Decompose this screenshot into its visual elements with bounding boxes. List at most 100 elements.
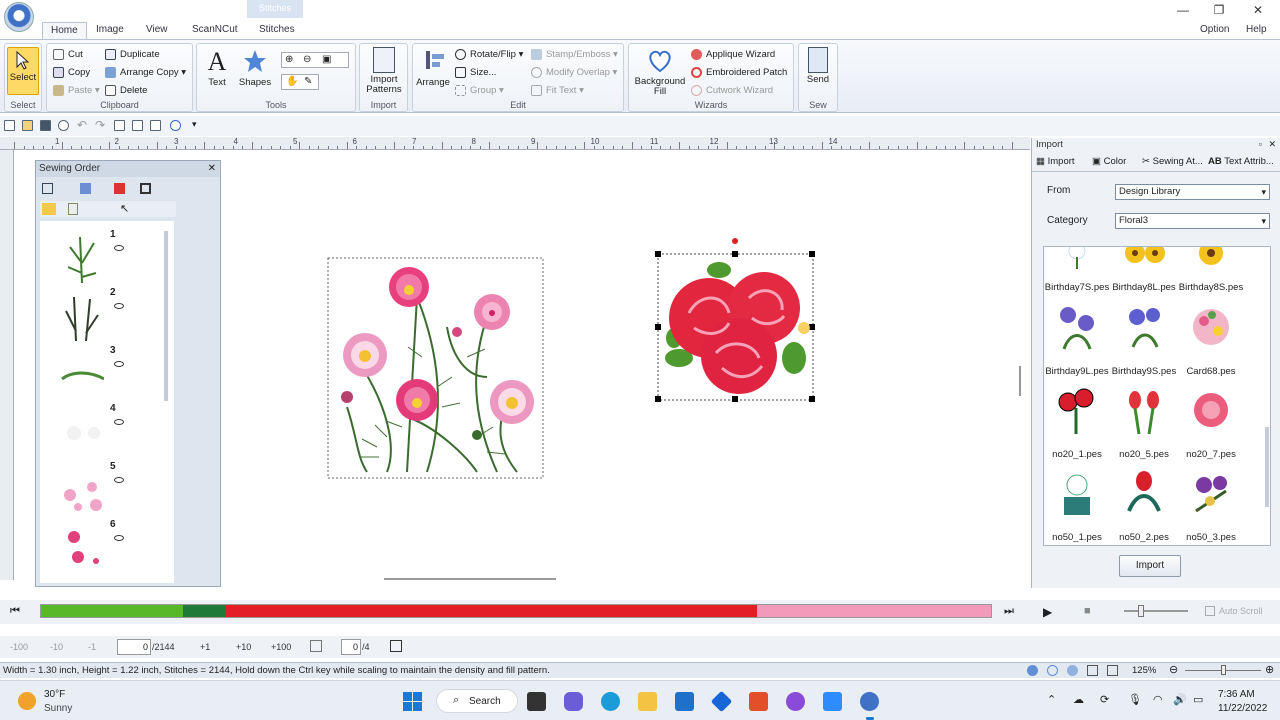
library-item[interactable]: no20_7.pes <box>1178 380 1244 460</box>
volume-icon[interactable]: 🔊 <box>1173 693 1187 706</box>
sewing-item-5[interactable]: 5 <box>54 461 166 519</box>
pan-tools[interactable]: ✋ ✎ <box>281 74 319 90</box>
view-mode-1-icon[interactable] <box>1027 665 1038 676</box>
speed-slider[interactable] <box>1124 605 1188 617</box>
play-icon[interactable]: ▶ <box>1043 605 1052 619</box>
zoom-meeting-icon[interactable] <box>823 692 842 711</box>
view-mode-2-icon[interactable] <box>1047 665 1058 676</box>
visibility-eye-icon[interactable] <box>114 419 124 425</box>
cutwork-wizard-button[interactable]: Cutwork Wizard <box>691 84 773 98</box>
view-mode-3-icon[interactable] <box>1067 665 1078 676</box>
layout-icon[interactable] <box>132 120 143 131</box>
slider-thumb[interactable] <box>1138 605 1144 617</box>
zoom-slider[interactable] <box>1185 665 1261 675</box>
group-select-icon[interactable] <box>80 183 91 194</box>
library-item[interactable]: no20_5.pes <box>1111 380 1177 460</box>
teams-chat-icon[interactable] <box>564 692 583 711</box>
help-menu[interactable]: Help <box>1238 22 1275 39</box>
stamp-emboss-button[interactable]: Stamp/Emboss ▾ <box>531 48 618 62</box>
close-icon[interactable]: ✕ <box>1249 2 1267 18</box>
zoom-out-icon[interactable]: ⊖ <box>303 54 311 65</box>
battery-icon[interactable]: ▭ <box>1193 693 1203 706</box>
wifi-icon[interactable]: ◠ <box>1153 693 1163 706</box>
sewing-item-4[interactable]: 4 <box>54 403 166 461</box>
close-panel-icon[interactable]: ✕ <box>1268 139 1276 150</box>
tab-image[interactable]: Image <box>88 22 132 39</box>
shapes-button[interactable]: Shapes <box>237 48 273 88</box>
applique-wizard-button[interactable]: Applique Wizard <box>691 48 775 62</box>
tab-view[interactable]: View <box>138 22 176 39</box>
visibility-eye-icon[interactable] <box>114 477 124 483</box>
cosmos-flower-design[interactable] <box>327 257 545 480</box>
fit-text-button[interactable]: Fit Text ▾ <box>531 84 584 98</box>
minus-10-button[interactable]: -10 <box>50 640 63 654</box>
paste-button[interactable]: Paste ▾ <box>53 84 100 98</box>
zoom-slider-thumb[interactable] <box>1221 665 1226 675</box>
chevron-up-icon[interactable]: ⌃ <box>1047 693 1056 706</box>
view-mode-icon[interactable] <box>42 183 53 194</box>
auto-scroll-checkbox[interactable] <box>1205 606 1215 616</box>
zoom-in-icon[interactable]: ⊕ <box>285 54 293 65</box>
plus-1-button[interactable]: +1 <box>200 640 210 654</box>
option-menu[interactable]: Option <box>1192 22 1237 39</box>
lock-icon[interactable] <box>68 203 78 215</box>
tab-text-attributes[interactable]: AB Text Attrib... <box>1208 156 1274 167</box>
group-button[interactable]: Group ▾ <box>455 84 504 98</box>
design-library-grid[interactable]: Birthday7S.pes Birthday8L.pes Birthday8S… <box>1043 246 1271 546</box>
library-item[interactable]: no50_1.pes <box>1044 463 1110 543</box>
cut-button[interactable]: Cut <box>53 48 83 62</box>
pe-design-icon[interactable] <box>860 692 879 711</box>
library-item[interactable]: no20_1.pes <box>1044 380 1110 460</box>
tab-import[interactable]: ▦ Import <box>1036 156 1075 167</box>
send-button[interactable]: Send <box>801 47 835 85</box>
edge-browser-icon[interactable] <box>601 692 620 711</box>
library-item[interactable]: no50_3.pes <box>1178 463 1244 543</box>
rotate-handle[interactable] <box>732 238 738 244</box>
contextual-tab-stitches[interactable]: Stitches <box>247 0 303 18</box>
import-patterns-button[interactable]: Import Patterns <box>362 47 406 95</box>
sewing-item-1[interactable]: 1 <box>54 229 166 287</box>
customize-icon[interactable]: ▾ <box>192 119 197 130</box>
zoom-tools[interactable]: ⊕ ⊖ ▣ <box>281 52 349 68</box>
app-circle-icon[interactable] <box>786 692 805 711</box>
horizontal-scrollbar[interactable] <box>384 578 556 580</box>
arrange-button[interactable]: Arrange <box>415 48 451 88</box>
pointer-icon[interactable]: ↖ <box>120 202 129 215</box>
copy-button[interactable]: Copy <box>53 66 90 80</box>
pin-icon[interactable]: ▫ <box>1259 139 1262 149</box>
tab-sewing-attributes[interactable]: ✂ Sewing At... <box>1142 156 1203 167</box>
library-item[interactable]: Card68.pes <box>1178 297 1244 377</box>
visibility-eye-icon[interactable] <box>114 303 124 309</box>
restore-icon[interactable]: ❐ <box>1210 2 1228 18</box>
category-select[interactable]: Floral3 <box>1115 213 1270 229</box>
minimize-icon[interactable]: — <box>1174 2 1192 18</box>
vertical-scrollbar[interactable] <box>1019 366 1021 396</box>
duplicate-button[interactable]: Duplicate <box>105 48 160 62</box>
microphone-icon[interactable]: 🎙 <box>1128 693 1142 706</box>
tab-color[interactable]: ▣ Color <box>1092 156 1126 167</box>
color-sequence-bar[interactable] <box>40 604 992 618</box>
windows-start-icon[interactable] <box>403 692 422 711</box>
library-item[interactable]: Birthday7S.pes <box>1044 247 1110 293</box>
task-view-icon[interactable] <box>527 692 546 711</box>
select-button[interactable]: Select <box>7 47 39 95</box>
grid-toggle-icon[interactable] <box>1087 665 1098 676</box>
new-file-icon[interactable] <box>4 120 15 131</box>
minus-100-button[interactable]: -100 <box>10 640 28 654</box>
library-item[interactable]: Birthday9S.pes <box>1111 297 1177 377</box>
library-item[interactable]: Birthday9L.pes <box>1044 297 1110 377</box>
save-icon[interactable] <box>40 120 51 131</box>
stop-icon[interactable]: ■ <box>1084 605 1091 617</box>
sewing-item-2[interactable]: 2 <box>54 287 166 345</box>
visibility-eye-icon[interactable] <box>114 245 124 251</box>
from-select[interactable]: Design Library <box>1115 184 1270 200</box>
library-item[interactable]: no50_2.pes <box>1111 463 1177 543</box>
sewing-item-6[interactable]: 6 <box>54 519 166 577</box>
background-fill-button[interactable]: Background Fill <box>631 47 689 97</box>
office-icon[interactable] <box>749 692 768 711</box>
modify-overlap-button[interactable]: Modify Overlap ▾ <box>531 66 617 80</box>
color-step-forward-icon[interactable] <box>390 640 402 652</box>
library-item[interactable]: Birthday8L.pes <box>1111 247 1177 293</box>
stitch-count-input[interactable]: 0 <box>117 639 151 655</box>
open-folder-icon[interactable] <box>22 120 33 131</box>
